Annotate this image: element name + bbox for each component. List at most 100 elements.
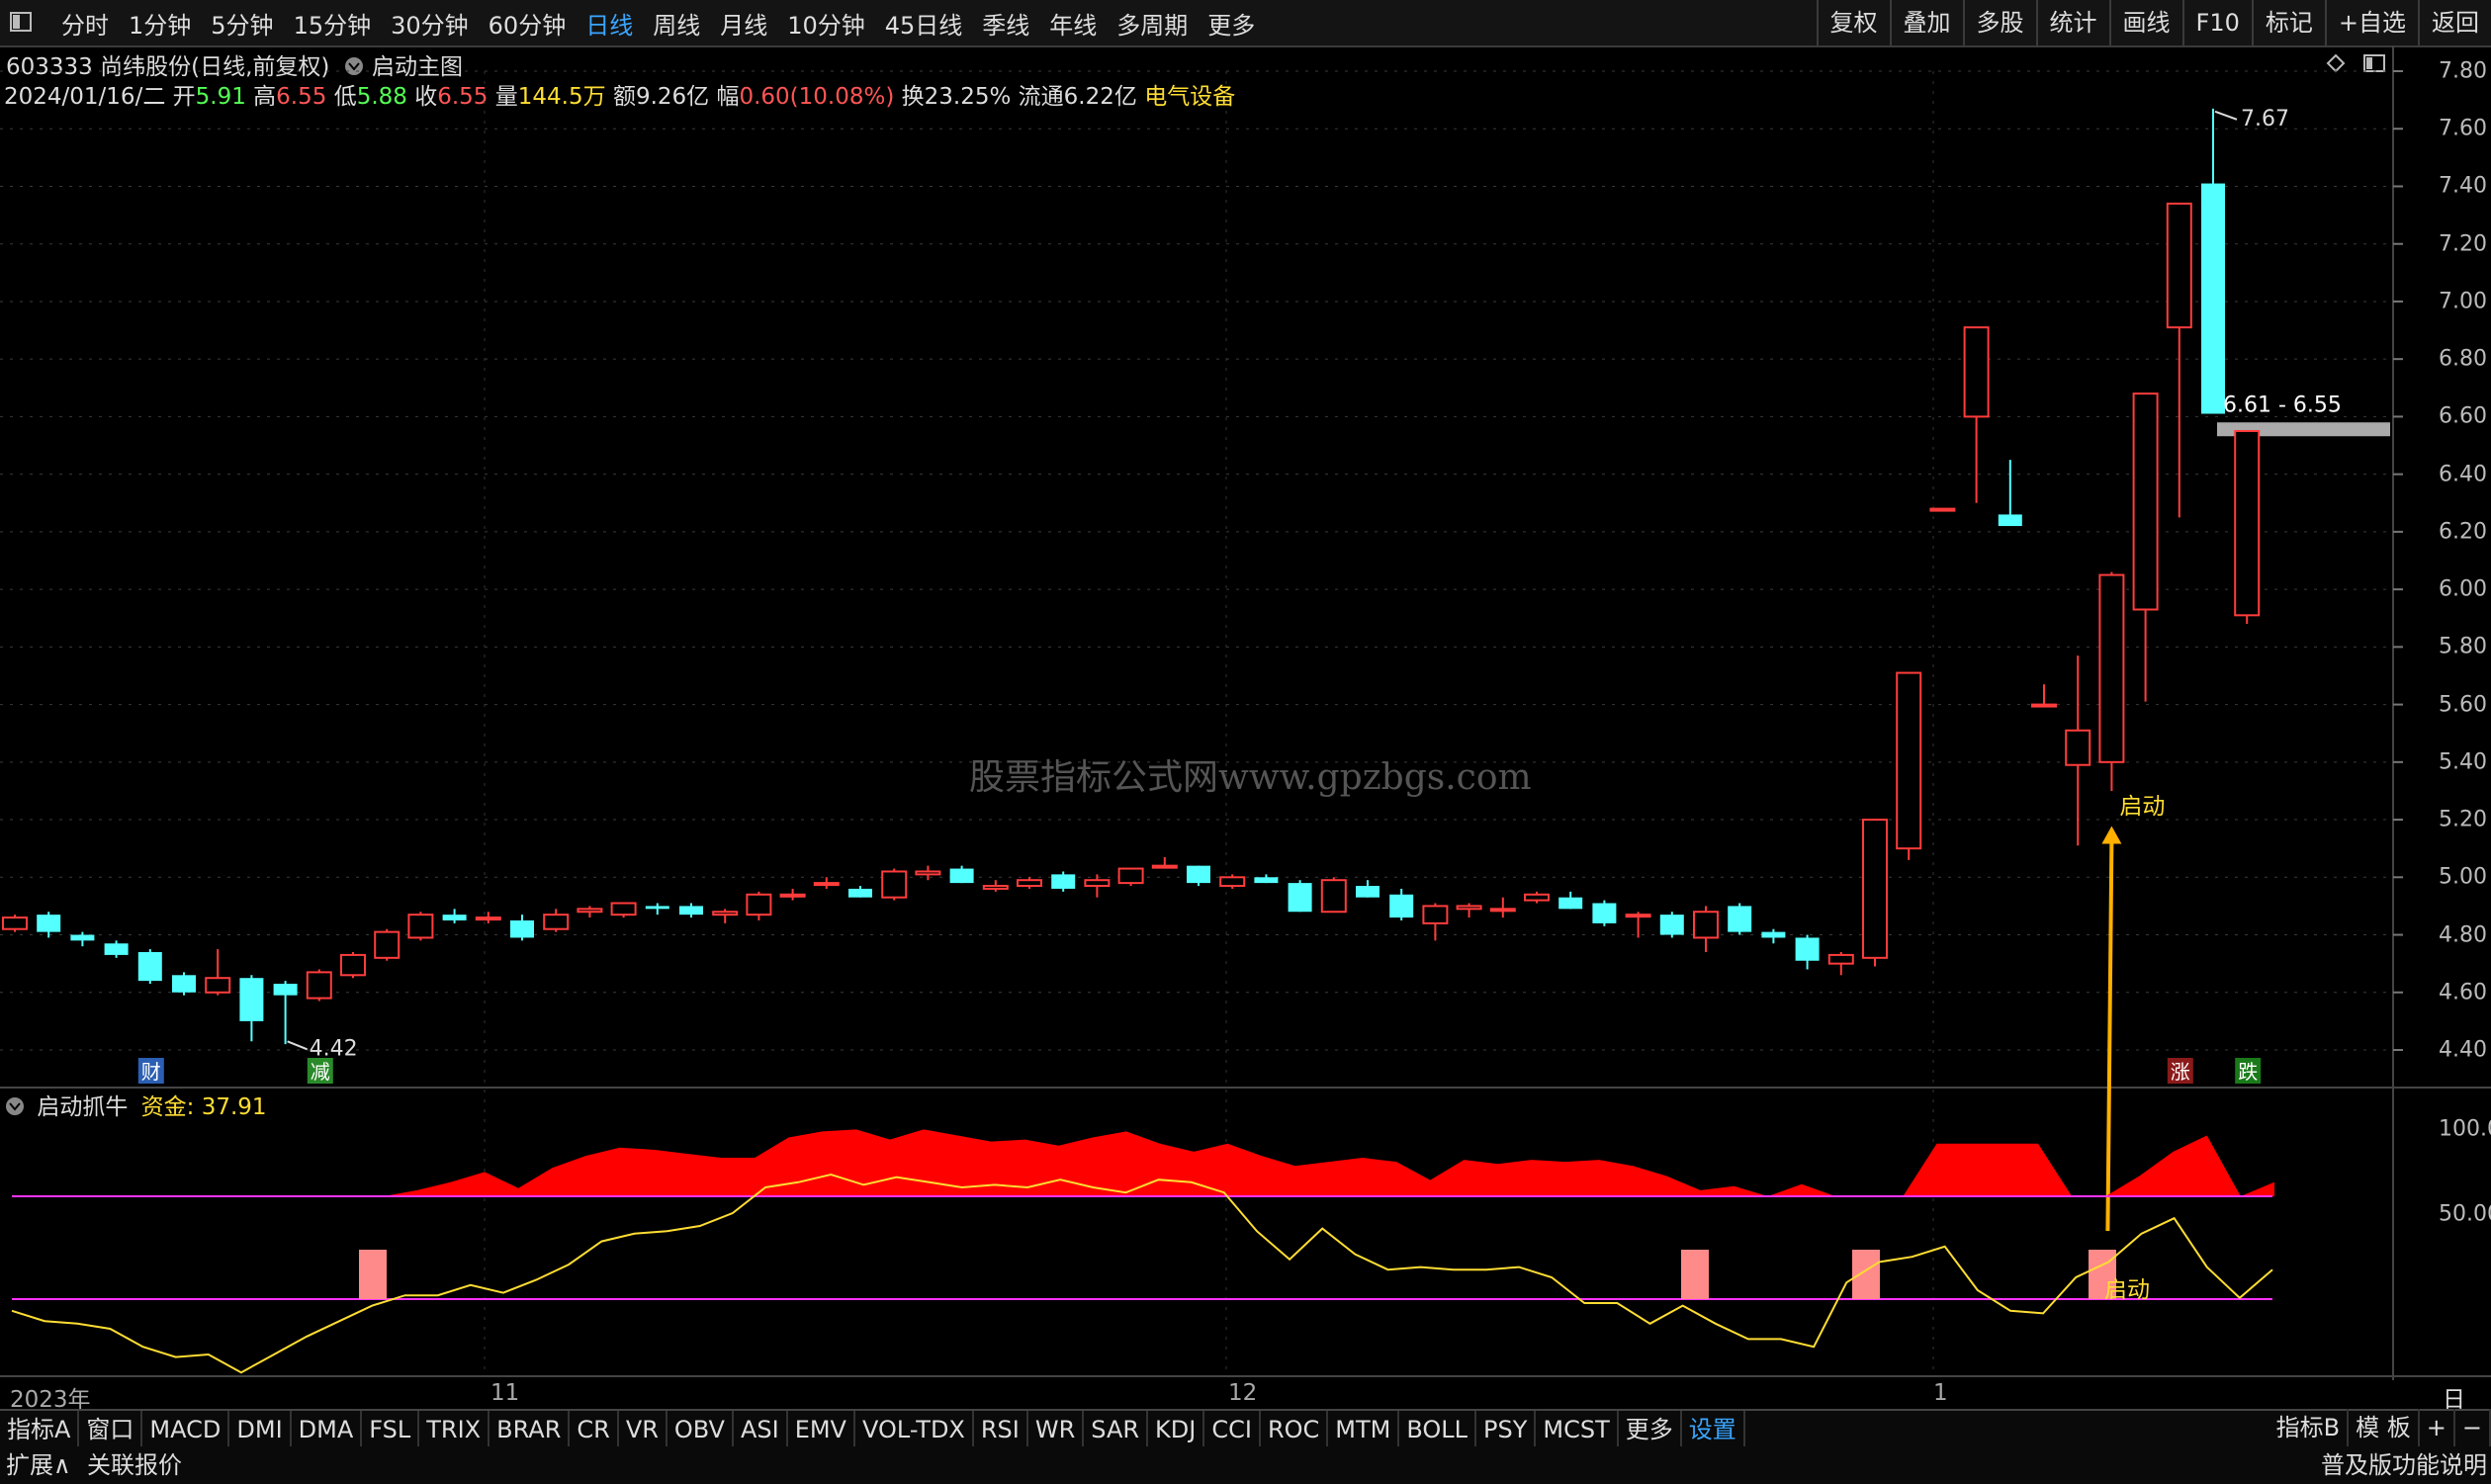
candle-body	[1558, 897, 1583, 910]
candle-body	[407, 914, 434, 939]
candle-body	[1524, 893, 1550, 902]
indicator-tab[interactable]: CCI	[1204, 1411, 1261, 1448]
indicator-tab[interactable]: 指标A	[0, 1411, 80, 1448]
indicator-tab-right[interactable]: 指标B	[2269, 1409, 2350, 1446]
candle-body	[1489, 908, 1516, 913]
start-marker	[1681, 1250, 1709, 1299]
candle-body	[239, 978, 264, 1021]
indicator-tab[interactable]: KDJ	[1148, 1411, 1205, 1448]
candle-body	[1693, 911, 1719, 939]
candle-body	[2132, 393, 2159, 611]
indicator-tab[interactable]: VR	[619, 1411, 667, 1448]
indicator-tab[interactable]: ROC	[1261, 1411, 1329, 1448]
indicator-tab[interactable]: 设置	[1682, 1411, 1745, 1448]
price-tick: 7.20	[2439, 231, 2487, 257]
indicator-tab[interactable]: DMA	[292, 1411, 363, 1448]
gap-label: 6.61 - 6.55	[2223, 393, 2342, 418]
indicator-tab[interactable]: BRAR	[489, 1411, 571, 1448]
candle-body	[543, 914, 570, 930]
candle-body	[1356, 886, 1379, 898]
start-label: 启动	[2119, 794, 2165, 820]
price-tick: 6.60	[2439, 403, 2487, 429]
candle-body	[746, 893, 772, 917]
price-tick: 6.20	[2439, 519, 2487, 545]
price-tick: 6.40	[2439, 462, 2487, 487]
indicator-tick: 100.0	[2439, 1116, 2491, 1142]
indicator-tab[interactable]: WR	[1028, 1411, 1085, 1448]
candle-body	[848, 888, 872, 898]
date-label: 12	[1228, 1380, 1258, 1406]
indicator-tab[interactable]: FSL	[362, 1411, 420, 1448]
candle-body	[982, 885, 1009, 890]
indicator-tab[interactable]: MACD	[142, 1411, 230, 1448]
candle-body	[1929, 507, 1956, 512]
start-arrow-shaft	[2105, 839, 2114, 1232]
price-tick: 5.80	[2439, 634, 2487, 659]
price-tick: 7.60	[2439, 116, 2487, 141]
candle-body	[2065, 729, 2091, 766]
help-link[interactable]: 普及版功能说明	[2321, 1446, 2487, 1484]
candle-body	[1896, 671, 1922, 850]
candle-body	[1187, 865, 1210, 884]
candle-body	[1761, 931, 1786, 938]
indicator-tab-right[interactable]: +	[2420, 1409, 2455, 1446]
candle-body	[1422, 905, 1449, 924]
related-quote-button[interactable]: 关联报价	[87, 1446, 182, 1484]
candle-body	[813, 882, 840, 887]
price-axis: 7.80 7.60 7.40 7.20 7.00 6.80 6.60 6.40 6.20 6.00…	[2395, 45, 2491, 1385]
indicator-tab[interactable]: BOLL	[1399, 1411, 1477, 1448]
candle-body	[1795, 937, 1820, 961]
candle-body	[1998, 514, 2022, 527]
start-marker	[1852, 1250, 1880, 1299]
candle-body	[1254, 877, 1279, 884]
candle-body	[2201, 183, 2225, 414]
indicator-tab[interactable]: EMV	[788, 1411, 855, 1448]
candle-body	[1084, 879, 1111, 888]
indicator-tab[interactable]: 更多	[1619, 1411, 1682, 1448]
candle-body	[2031, 703, 2057, 708]
candle-body	[70, 934, 95, 941]
start-label-indicator: 启动	[2104, 1277, 2150, 1303]
price-tick: 6.00	[2439, 576, 2487, 602]
indicator-tab-right[interactable]: 模 板	[2349, 1409, 2420, 1446]
candle-body	[1862, 819, 1888, 959]
candle-body	[1625, 914, 1651, 918]
candle-body	[2166, 202, 2192, 329]
indicator-tab[interactable]: VOL-TDX	[855, 1411, 974, 1448]
low-value-label: 4.42	[310, 1036, 358, 1061]
price-tick: 6.80	[2439, 346, 2487, 372]
low-pointer	[287, 1040, 308, 1051]
candle-body	[273, 984, 298, 996]
indicator-tab[interactable]: OBV	[667, 1411, 734, 1448]
candle-body	[1827, 953, 1854, 965]
candle-body	[137, 952, 162, 982]
chart-canvas: 7.674.426.61 - 6.55启动财减涨跌启动	[0, 45, 2491, 1380]
indicator-tab-right[interactable]: −	[2455, 1409, 2491, 1446]
candle-body	[306, 971, 332, 1000]
indicator-header: 启动抓牛 资金: 37.91	[4, 1088, 267, 1121]
badge-die-text: 跌	[2238, 1060, 2258, 1084]
indicator-tab[interactable]: SAR	[1084, 1411, 1149, 1448]
high-pointer	[2214, 110, 2238, 121]
watermark: 股票指标公式网www.gpzbgs.com	[969, 757, 1532, 798]
indicator-tab[interactable]: PSY	[1476, 1411, 1537, 1448]
candle-body	[679, 906, 703, 916]
candle-body	[2, 917, 28, 930]
indicator-tab[interactable]: CR	[570, 1411, 619, 1448]
indicator-tab[interactable]: TRIX	[419, 1411, 490, 1448]
indicator-tabs-right: 指标B 模 板 + −	[2269, 1409, 2491, 1446]
indicator-tab[interactable]: MCST	[1536, 1411, 1619, 1448]
price-tick: 4.80	[2439, 922, 2487, 948]
indicator-tab[interactable]: DMI	[229, 1411, 292, 1448]
indicator-tab[interactable]: MTM	[1328, 1411, 1400, 1448]
indicator-tab[interactable]: ASI	[734, 1411, 788, 1448]
badge-zhang-text: 涨	[2171, 1060, 2190, 1084]
candle-body	[1151, 864, 1178, 869]
dropdown-circle-icon[interactable]	[4, 1095, 26, 1117]
candle-body	[1117, 867, 1144, 885]
indicator-tab[interactable]: RSI	[974, 1411, 1028, 1448]
indicator-name[interactable]: 启动抓牛	[37, 1094, 128, 1120]
candle-body	[340, 953, 366, 977]
expand-button[interactable]: 扩展∧	[6, 1446, 71, 1484]
indicator-tab[interactable]: 窗口	[79, 1411, 143, 1448]
